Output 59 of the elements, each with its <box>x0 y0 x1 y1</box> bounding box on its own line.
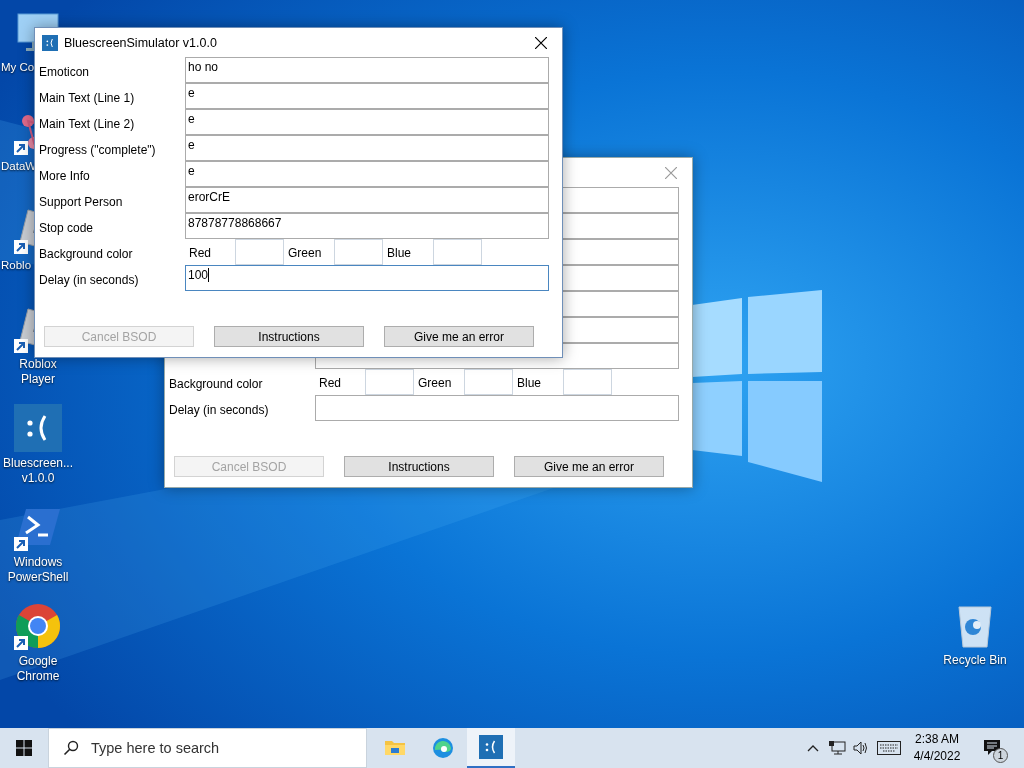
text-field[interactable]: e <box>185 109 549 135</box>
channel-label: Blue <box>386 245 413 262</box>
field-label: Delay (in seconds) <box>168 402 270 419</box>
color-field[interactable] <box>433 239 482 265</box>
channel-label: Red <box>188 245 212 262</box>
text-field[interactable]: 87878778868667 <box>185 213 549 239</box>
field-label: Support Person <box>38 194 124 211</box>
text-field[interactable]: ho no <box>185 57 549 83</box>
field-label: Main Text (Line 1) <box>38 90 136 107</box>
text-field[interactable] <box>315 395 679 421</box>
desktop-icon-label[interactable]: Roblo <box>0 258 32 273</box>
search-field[interactable]: Type here to search <box>48 728 367 768</box>
color-field[interactable] <box>563 369 612 395</box>
window-button[interactable]: Give me an error <box>384 326 534 347</box>
field-label: Delay (in seconds) <box>38 272 140 289</box>
desktop-icon-label[interactable]: Bluescreen... v1.0.0 <box>1 456 75 486</box>
chrome-icon <box>14 602 62 650</box>
close-icon <box>665 166 677 179</box>
desktop-icon-label[interactable]: Recycle Bin <box>938 653 1012 668</box>
channel-label: Green <box>287 245 323 262</box>
color-field[interactable] <box>464 369 513 395</box>
text-field[interactable]: 100 <box>185 265 549 291</box>
field-label: Progress ("complete") <box>38 142 157 159</box>
field-label: Background color <box>38 246 134 263</box>
search-icon <box>63 740 79 756</box>
text-field[interactable]: erorCrE <box>185 187 549 213</box>
color-field[interactable] <box>365 369 414 395</box>
channel-label: Green <box>417 375 453 392</box>
text-field[interactable]: e <box>185 83 549 109</box>
sad-face-icon <box>14 404 62 452</box>
text-field[interactable]: e <box>185 135 549 161</box>
notification-badge: 1 <box>993 748 1008 763</box>
text-caret <box>208 268 210 282</box>
field-label: More Info <box>38 168 91 185</box>
sad-face-icon <box>42 34 58 51</box>
color-field[interactable] <box>235 239 284 265</box>
close-icon <box>535 36 547 49</box>
window-button[interactable]: Instructions <box>344 456 494 477</box>
desktop-icon-label[interactable]: Windows PowerShell <box>1 555 75 585</box>
channel-label: Red <box>318 375 342 392</box>
sad-face-icon <box>479 735 503 759</box>
field-label: Background color <box>168 376 264 393</box>
desktop-icon-label[interactable]: Google Chrome <box>1 654 75 684</box>
window-title: BluescreenSimulator v1.0.0 <box>64 35 217 50</box>
edge-icon <box>431 736 455 760</box>
notification-button[interactable]: 1 <box>969 728 1015 768</box>
window-button[interactable]: Give me an error <box>514 456 664 477</box>
field-label: Main Text (Line 2) <box>38 116 136 133</box>
field-label: Stop code <box>38 220 95 237</box>
field-label: Emoticon <box>38 64 91 81</box>
taskbar-app-button[interactable] <box>467 728 515 768</box>
desktop-icon-label[interactable]: My Co <box>0 60 35 75</box>
text-field[interactable]: e <box>185 161 549 187</box>
windows-logo-icon <box>16 740 32 756</box>
clock[interactable]: 2:38 AM 4/4/2022 <box>909 731 965 765</box>
channel-label: Blue <box>516 375 543 392</box>
color-field[interactable] <box>334 239 383 265</box>
window-button[interactable]: Instructions <box>214 326 364 347</box>
desktop-icon-label[interactable]: Roblox Player <box>1 357 75 387</box>
